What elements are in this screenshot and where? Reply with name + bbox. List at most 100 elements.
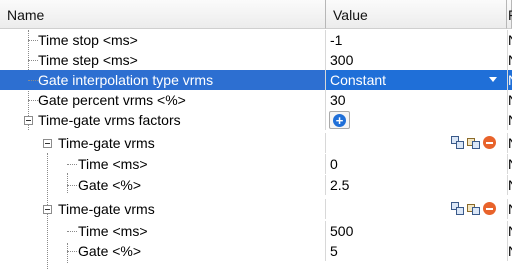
property-row[interactable]: Gate percent vrms <%> 30 N bbox=[0, 90, 512, 110]
property-extra-cell: N bbox=[507, 175, 512, 195]
property-extra-cell: N bbox=[507, 70, 512, 90]
property-name: Time stop <ms> bbox=[38, 32, 138, 48]
property-extra-cell: N bbox=[507, 241, 512, 261]
property-row[interactable]: Gate <%> 2.5 N bbox=[0, 175, 512, 195]
property-value-cell[interactable]: 30 bbox=[325, 90, 507, 110]
collapse-toggle[interactable] bbox=[43, 205, 52, 214]
property-name: Gate <%> bbox=[78, 177, 142, 193]
property-name: Time step <ms> bbox=[38, 52, 138, 68]
property-extra: N bbox=[508, 177, 512, 193]
property-extra: N bbox=[508, 92, 512, 108]
property-extra: N bbox=[508, 201, 512, 217]
property-group-row[interactable]: Time-gate vrms N bbox=[0, 133, 512, 153]
property-value: 500 bbox=[330, 223, 354, 239]
interpolation-type-dropdown[interactable]: Constant bbox=[325, 70, 507, 90]
column-header-extra[interactable]: F bbox=[507, 0, 512, 29]
property-row[interactable]: Time stop <ms> -1 N bbox=[0, 30, 512, 50]
property-name-cell: Time stop <ms> bbox=[0, 30, 325, 50]
tree-line bbox=[67, 185, 77, 186]
property-value-cell[interactable]: 5 bbox=[325, 241, 507, 261]
remove-circle-icon[interactable] bbox=[482, 135, 497, 150]
property-extra-cell: N bbox=[507, 50, 512, 70]
tree-line bbox=[67, 231, 77, 232]
tree-line bbox=[67, 251, 77, 252]
chevron-down-icon[interactable] bbox=[489, 77, 497, 82]
tree-line bbox=[28, 100, 38, 101]
tree-line bbox=[28, 80, 38, 81]
property-row[interactable]: Gate <%> 5 N bbox=[0, 241, 512, 261]
paste-icon[interactable] bbox=[466, 201, 481, 216]
property-extra: N bbox=[508, 135, 512, 151]
property-name: Time <ms> bbox=[78, 223, 148, 239]
collapse-toggle[interactable] bbox=[24, 116, 33, 125]
column-header-name[interactable]: Name bbox=[0, 0, 326, 29]
column-header-value-label: Value bbox=[333, 7, 368, 23]
property-extra-cell: N bbox=[507, 199, 512, 219]
collapse-toggle[interactable] bbox=[43, 139, 52, 148]
property-extra: N bbox=[508, 32, 512, 48]
paste-icon[interactable] bbox=[466, 135, 481, 150]
property-extra-cell: N bbox=[507, 221, 512, 241]
property-extra: N bbox=[508, 72, 512, 88]
add-circle-icon: + bbox=[333, 114, 346, 127]
property-name-cell: Gate <%> bbox=[0, 175, 325, 195]
property-name: Time <ms> bbox=[78, 156, 148, 172]
column-header-extra-label: F bbox=[508, 7, 512, 23]
property-group-row[interactable]: Time-gate vrms N bbox=[0, 199, 512, 219]
property-name: Gate interpolation type vrms bbox=[38, 72, 214, 88]
property-name-cell: Gate percent vrms <%> bbox=[0, 90, 325, 110]
column-header-name-label: Name bbox=[7, 7, 45, 23]
tree-line bbox=[28, 60, 38, 61]
property-group-name: Time-gate vrms bbox=[58, 201, 155, 217]
row-actions bbox=[450, 201, 506, 217]
dropdown-selected-value: Constant bbox=[330, 72, 387, 88]
property-grid: Time stop <ms> -1 N Time step <ms> 300 N… bbox=[0, 30, 512, 269]
property-name: Gate percent vrms <%> bbox=[38, 92, 186, 108]
property-extra-cell: N bbox=[507, 90, 512, 110]
copy-icon[interactable] bbox=[450, 135, 465, 150]
property-extra: N bbox=[508, 243, 512, 259]
property-value-cell[interactable]: 300 bbox=[325, 50, 507, 70]
property-extra-cell: N bbox=[507, 133, 512, 153]
property-value-cell: + bbox=[325, 110, 507, 130]
row-actions bbox=[450, 135, 506, 151]
property-name-cell: Gate <%> bbox=[0, 241, 325, 261]
property-extra: N bbox=[508, 223, 512, 239]
property-row[interactable]: Time step <ms> 300 N bbox=[0, 50, 512, 70]
property-name-cell: Gate interpolation type vrms bbox=[0, 70, 325, 90]
property-value-cell[interactable]: 0 bbox=[325, 154, 507, 174]
property-value: 2.5 bbox=[330, 177, 350, 193]
property-value: 0 bbox=[330, 156, 338, 172]
copy-icon[interactable] bbox=[450, 201, 465, 216]
property-extra-cell: N bbox=[507, 30, 512, 50]
property-value-cell[interactable]: 2.5 bbox=[325, 175, 507, 195]
property-extra-cell: N bbox=[507, 154, 512, 174]
property-row-selected[interactable]: Gate interpolation type vrms Constant N bbox=[0, 70, 512, 90]
property-group-row[interactable]: Time-gate vrms factors + N bbox=[0, 110, 512, 130]
property-extra: N bbox=[508, 112, 512, 128]
property-row[interactable]: Time <ms> 500 N bbox=[0, 221, 512, 241]
property-group-name: Time-gate vrms factors bbox=[38, 112, 181, 128]
property-value-cell[interactable]: 500 bbox=[325, 221, 507, 241]
property-row[interactable]: Time <ms> 0 N bbox=[0, 154, 512, 174]
property-name-cell: Time-gate vrms bbox=[0, 133, 325, 153]
property-name-cell: Time <ms> bbox=[0, 221, 325, 241]
tree-line bbox=[28, 40, 38, 41]
tree-line bbox=[67, 164, 77, 165]
property-value: 300 bbox=[330, 52, 354, 68]
property-value-cell[interactable]: -1 bbox=[325, 30, 507, 50]
property-value: -1 bbox=[330, 32, 343, 48]
remove-circle-icon[interactable] bbox=[482, 201, 497, 216]
column-header-value[interactable]: Value bbox=[326, 0, 507, 29]
property-extra: N bbox=[508, 52, 512, 68]
property-name-cell: Time-gate vrms factors bbox=[0, 110, 325, 130]
property-extra: N bbox=[508, 156, 512, 172]
property-group-name: Time-gate vrms bbox=[58, 135, 155, 151]
add-button[interactable]: + bbox=[329, 111, 350, 129]
column-header: Name Value F bbox=[0, 0, 512, 30]
property-value: 5 bbox=[330, 243, 338, 259]
property-name: Gate <%> bbox=[78, 243, 142, 259]
property-value: 30 bbox=[330, 92, 346, 108]
property-extra-cell: N bbox=[507, 110, 512, 130]
property-name-cell: Time step <ms> bbox=[0, 50, 325, 70]
